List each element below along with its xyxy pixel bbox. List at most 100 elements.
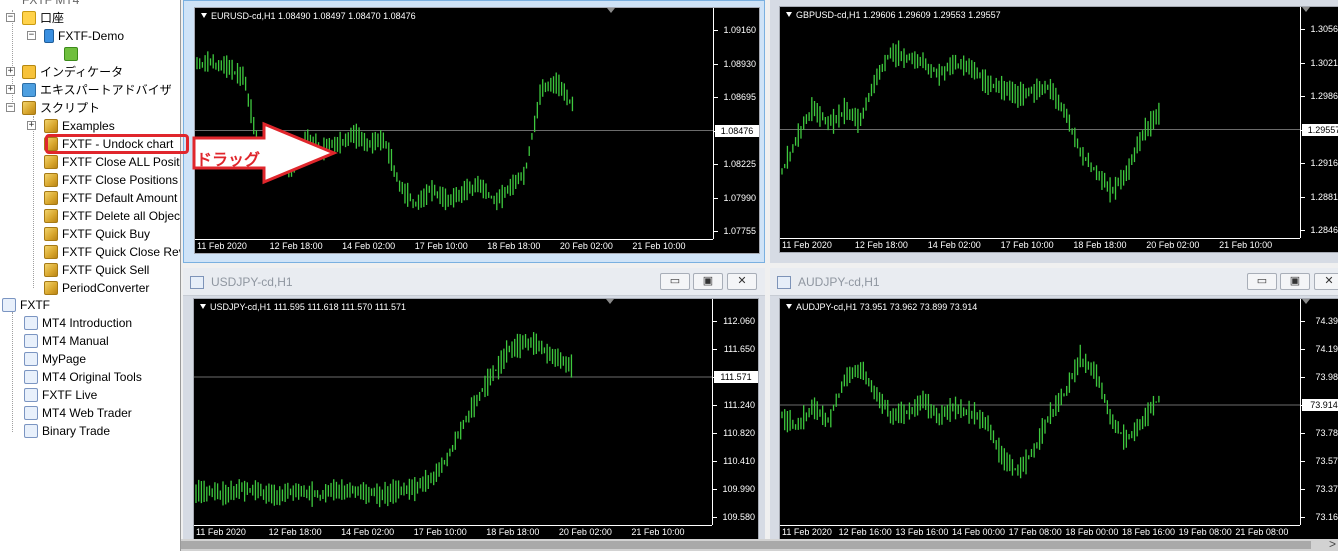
expand-indicators-toggle[interactable]: + xyxy=(6,67,15,76)
user-icon xyxy=(64,47,78,61)
script-item[interactable]: FXTF Close Positions xyxy=(44,171,178,189)
price-scale[interactable]: 1.30560 1.30210 1.29860 1.29557 1.29160 1.288… xyxy=(1300,7,1338,238)
tree-item-accounts-label: 口座 xyxy=(40,11,65,25)
window-titlebar[interactable]: AUDJPY-cd,H1 ▭ ▣ ✕ xyxy=(770,268,1338,296)
tree-item-fxtf[interactable]: FXTF xyxy=(2,296,50,314)
chart-window-usdjpy[interactable]: USDJPY-cd,H1 ▭ ▣ ✕ USDJPY-cd,H1 111.595 … xyxy=(183,268,765,540)
chart-plot-area[interactable]: GBPUSD-cd,H1 1.29606 1.29609 1.29553 1.2… xyxy=(779,6,1338,253)
chart-window-gbpusd[interactable]: GBPUSD-cd,H1 1.29606 1.29609 1.29553 1.2… xyxy=(770,0,1338,263)
time-label: 14 Feb 02:00 xyxy=(342,241,396,251)
collapse-scripts-toggle[interactable]: − xyxy=(6,103,15,112)
link-item-label: MyPage xyxy=(42,352,87,366)
script-item[interactable]: FXTF Quick Sell xyxy=(44,261,149,279)
close-button[interactable]: ✕ xyxy=(727,273,757,290)
price-label: 1.29860 xyxy=(1310,91,1338,101)
maximize-button[interactable]: ▣ xyxy=(693,273,723,290)
price-label: 1.29160 xyxy=(1310,158,1338,168)
script-icon xyxy=(44,209,58,223)
current-price-label: 1.08476 xyxy=(715,124,759,137)
collapse-accounts-toggle[interactable]: − xyxy=(6,13,15,22)
price-label: 1.08695 xyxy=(723,92,756,102)
tree-item-scripts-label: スクリプト xyxy=(40,101,101,115)
price-scale[interactable]: 74.395 74.190 73.985 73.914 73.780 73.575 73.3… xyxy=(1300,299,1338,525)
script-folder-icon xyxy=(44,119,58,133)
price-tick xyxy=(1301,517,1305,518)
script-item[interactable]: FXTF Close ALL Positi xyxy=(44,153,180,171)
time-label: 21 Feb 10:00 xyxy=(632,241,686,251)
chart-shift-marker[interactable] xyxy=(607,8,615,13)
maximize-button[interactable]: ▣ xyxy=(1280,273,1310,290)
script-item[interactable]: Examples xyxy=(44,117,115,135)
link-item[interactable]: MT4 Introduction xyxy=(24,314,132,332)
tree-root-item[interactable]: FXTF MT4 xyxy=(22,0,79,9)
tree-item-experts[interactable]: エキスパートアドバイザ xyxy=(22,81,172,99)
link-item[interactable]: MT4 Web Trader xyxy=(24,404,132,422)
price-tick xyxy=(1301,230,1305,231)
chart-plot-area[interactable]: AUDJPY-cd,H1 73.951 73.962 73.899 73.914… xyxy=(779,298,1338,540)
minimize-button[interactable]: ▭ xyxy=(1247,273,1277,290)
price-tick xyxy=(713,517,717,518)
price-chart xyxy=(780,344,1300,479)
price-label: 73.370 xyxy=(1315,484,1338,494)
time-label: 17 Feb 10:00 xyxy=(1000,240,1054,250)
price-label: 1.07755 xyxy=(723,226,756,236)
script-item-label: FXTF Close Positions xyxy=(62,173,179,187)
time-axis[interactable]: 11 Feb 2020 12 Feb 18:00 14 Feb 02:00 17 Fe… xyxy=(195,239,713,253)
script-item[interactable]: PeriodConverter xyxy=(44,279,149,297)
link-item[interactable]: MT4 Original Tools xyxy=(24,368,142,386)
scrollbar-thumb[interactable] xyxy=(181,541,1311,549)
script-item[interactable]: FXTF Quick Close Rev xyxy=(44,243,180,261)
time-label: 20 Feb 02:00 xyxy=(1146,240,1200,250)
price-tick xyxy=(713,433,717,434)
chart-window-audjpy[interactable]: AUDJPY-cd,H1 ▭ ▣ ✕ AUDJPY-cd,H1 73.951 7… xyxy=(770,268,1338,540)
price-tick xyxy=(1301,62,1305,64)
price-label: 74.190 xyxy=(1315,344,1338,354)
close-button[interactable]: ✕ xyxy=(1314,273,1338,290)
chart-shift-marker[interactable] xyxy=(606,299,614,304)
time-label: 17 Feb 08:00 xyxy=(1008,527,1062,537)
tree-item-indicators[interactable]: インディケータ xyxy=(22,63,123,81)
link-item[interactable]: MT4 Manual xyxy=(24,332,109,350)
minimize-button[interactable]: ▭ xyxy=(660,273,690,290)
window-titlebar[interactable]: USDJPY-cd,H1 ▭ ▣ ✕ xyxy=(183,268,765,296)
time-axis[interactable]: 11 Feb 2020 12 Feb 18:00 14 Feb 02:00 17 Fe… xyxy=(194,525,712,539)
time-label: 12 Feb 16:00 xyxy=(838,527,892,537)
collapse-account-toggle[interactable]: − xyxy=(27,31,36,40)
tree-item-account-user[interactable] xyxy=(64,45,82,63)
chart-plot-area[interactable]: USDJPY-cd,H1 111.595 111.618 111.570 111… xyxy=(193,298,759,540)
scripts-icon xyxy=(22,101,36,115)
price-label: 74.395 xyxy=(1315,316,1338,326)
script-item-label: FXTF Delete all Objec xyxy=(62,209,181,223)
script-icon xyxy=(44,191,58,205)
tree-item-accounts[interactable]: 口座 xyxy=(22,9,64,27)
tree-item-account-demo[interactable]: FXTF-Demo xyxy=(44,27,124,45)
price-scale[interactable]: 112.060 111.650 111.571 111.240 110.820 110.4… xyxy=(712,299,758,525)
script-item[interactable]: FXTF Delete all Objec xyxy=(44,207,180,225)
time-label: 17 Feb 10:00 xyxy=(414,241,468,251)
horizontal-scrollbar[interactable]: > xyxy=(181,537,1338,551)
price-tick xyxy=(1301,196,1305,198)
time-axis[interactable]: 11 Feb 2020 12 Feb 18:00 14 Feb 02:00 17 Fe… xyxy=(780,238,1300,252)
script-item[interactable]: FXTF Default Amount xyxy=(44,189,177,207)
time-axis[interactable]: 11 Feb 2020 12 Feb 16:00 13 Feb 16:00 14 Fe… xyxy=(780,525,1300,539)
price-tick xyxy=(713,405,717,406)
price-label: 1.08225 xyxy=(723,159,756,169)
link-item[interactable]: Binary Trade xyxy=(24,422,110,440)
expand-examples-toggle[interactable]: + xyxy=(27,121,36,130)
tree-item-scripts[interactable]: スクリプト xyxy=(22,99,100,117)
link-item[interactable]: MyPage xyxy=(24,350,86,368)
script-item[interactable]: FXTF Quick Buy xyxy=(44,225,150,243)
chart-header: GBPUSD-cd,H1 1.29606 1.29609 1.29553 1.2… xyxy=(786,10,1001,20)
link-item[interactable]: FXTF Live xyxy=(24,386,97,404)
chart-header: EURUSD-cd,H1 1.08490 1.08497 1.08470 1.0… xyxy=(201,11,416,21)
price-label: 1.08930 xyxy=(723,58,756,69)
time-label: 11 Feb 2020 xyxy=(196,527,246,537)
price-scale[interactable]: 1.09160 1.08930 1.08695 1.08476 1.08225 1.079… xyxy=(713,8,759,239)
price-tick xyxy=(1301,377,1305,378)
page-icon xyxy=(24,388,38,402)
script-icon xyxy=(44,245,58,259)
script-item-label: FXTF Default Amount xyxy=(62,191,178,205)
mt4-workspace: FXTF MT4 − 口座 − FXTF-Demo + インディケータ + エキ… xyxy=(0,0,1338,551)
expand-experts-toggle[interactable]: + xyxy=(6,85,15,94)
scroll-right-arrow-icon[interactable]: > xyxy=(1329,537,1336,551)
